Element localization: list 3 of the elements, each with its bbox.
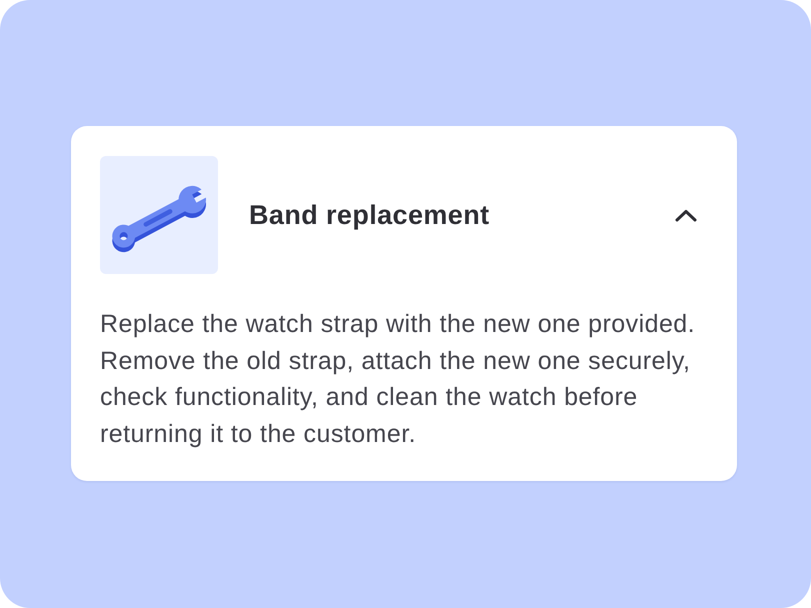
wrench-icon (100, 156, 218, 274)
card-description: Replace the watch strap with the new one provided. Remove the old strap, attach the new one securely, check functionality, and clean the watch before returning it to the customer. (100, 309, 696, 450)
card-title: Band replacement (249, 199, 490, 231)
